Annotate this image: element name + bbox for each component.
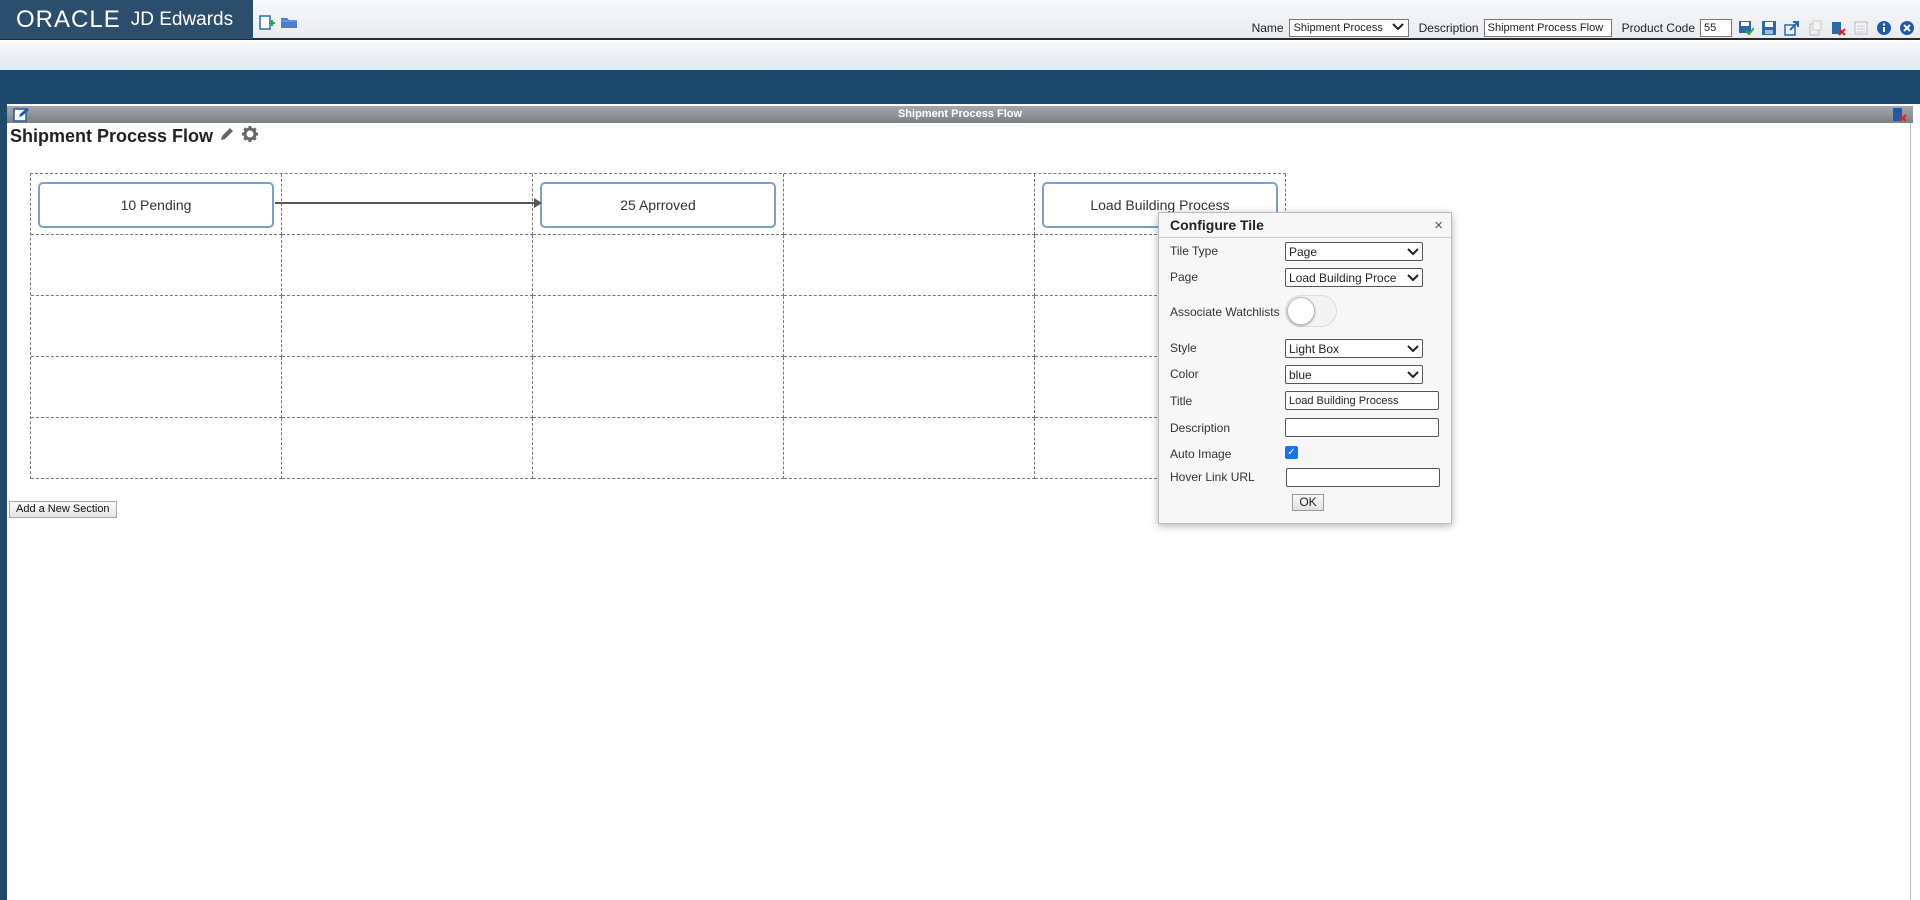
save-icon[interactable]: [1760, 19, 1778, 37]
product-code-label: Product Code: [1621, 21, 1695, 35]
ok-button[interactable]: OK: [1292, 494, 1324, 511]
product-code-input[interactable]: 55: [1700, 19, 1732, 37]
info-icon[interactable]: [1875, 19, 1893, 37]
sub-toolbar: [0, 42, 1920, 70]
description-label: Description: [1418, 21, 1479, 35]
chevron-down-icon: [1407, 342, 1419, 356]
header-form: Name Shipment Process Description Shipme…: [1247, 18, 1920, 38]
left-edge-strip: [0, 104, 7, 900]
grid-cell[interactable]: [31, 418, 282, 479]
top-bar: ORACLE JD Edwards Name Shipment Process …: [0, 0, 1920, 40]
dialog-divider: [1159, 237, 1451, 238]
style-select[interactable]: Light Box: [1285, 339, 1423, 358]
grid-cell[interactable]: [533, 357, 784, 418]
new-page-icon[interactable]: [258, 14, 276, 30]
tile-approved[interactable]: 25 Aprroved: [540, 182, 776, 228]
title-input[interactable]: Load Building Process: [1285, 391, 1439, 410]
chevron-down-icon: [1407, 271, 1419, 285]
tile-type-value: Page: [1289, 244, 1318, 259]
grid-cell[interactable]: [784, 235, 1035, 296]
tile-type-select[interactable]: Page: [1285, 242, 1423, 261]
list-disabled-icon[interactable]: [1852, 19, 1870, 37]
name-label: Name: [1251, 21, 1284, 35]
name-select-value: Shipment Process: [1293, 22, 1383, 34]
logo-oracle-text: ORACLE: [16, 5, 121, 33]
chevron-down-icon: [1407, 368, 1419, 382]
tile-pending[interactable]: 10 Pending: [38, 182, 274, 228]
color-label: Color: [1170, 367, 1199, 381]
description-input[interactable]: Shipment Process Flow: [1483, 19, 1612, 37]
description-label: Description: [1170, 421, 1231, 435]
dialog-title: Configure Tile: [1170, 217, 1264, 233]
panel-title-bar: Shipment Process Flow: [7, 106, 1913, 123]
gear-icon[interactable]: [241, 125, 259, 148]
auto-image-label: Auto Image: [1170, 447, 1232, 461]
page-title: Shipment Process Flow: [10, 125, 259, 148]
page-select-value: Load Building Proce: [1289, 270, 1397, 285]
color-select-value: blue: [1289, 367, 1312, 382]
dialog-close-icon[interactable]: ×: [1434, 217, 1443, 234]
style-select-value: Light Box: [1289, 341, 1340, 356]
navigation-bar: [0, 70, 1920, 104]
grid-cell[interactable]: [533, 235, 784, 296]
page-label: Page: [1170, 270, 1199, 284]
description-input[interactable]: [1285, 418, 1439, 437]
configure-tile-dialog: Configure Tile × Tile Type Page Page Loa…: [1158, 212, 1452, 524]
grid-cell[interactable]: 25 Aprroved: [533, 174, 784, 235]
grid-cell[interactable]: 10 Pending: [31, 174, 282, 235]
remove-panel-icon[interactable]: [1891, 107, 1907, 128]
grid-cell[interactable]: [282, 418, 533, 479]
grid-cell[interactable]: [784, 418, 1035, 479]
oracle-jde-logo[interactable]: ORACLE JD Edwards: [0, 0, 253, 39]
associate-watchlists-label: Associate Watchlists: [1170, 305, 1280, 319]
associate-watchlists-toggle[interactable]: [1285, 295, 1337, 327]
auto-image-checkbox[interactable]: ✓: [1285, 446, 1298, 459]
grid-cell[interactable]: [31, 357, 282, 418]
share-icon[interactable]: [1783, 19, 1801, 37]
copy-disabled-icon[interactable]: [1806, 19, 1824, 37]
save-check-icon[interactable]: [1737, 19, 1755, 37]
title-label: Title: [1170, 394, 1193, 408]
panel-window-title: Shipment Process Flow: [897, 108, 1023, 120]
delete-icon[interactable]: [1829, 19, 1847, 37]
add-new-section-button[interactable]: Add a New Section: [9, 501, 117, 518]
color-select[interactable]: blue: [1285, 365, 1423, 384]
tile-type-label: Tile Type: [1170, 244, 1219, 258]
flow-arrow: [275, 198, 542, 208]
grid-cell[interactable]: [282, 235, 533, 296]
grid-cell[interactable]: [533, 296, 784, 357]
toggle-knob: [1287, 297, 1315, 325]
grid-cell[interactable]: [282, 357, 533, 418]
panel-border: [1910, 123, 1911, 900]
grid-cell[interactable]: [784, 174, 1035, 235]
chevron-down-icon: [1407, 245, 1419, 259]
page-title-text: Shipment Process Flow: [10, 126, 214, 146]
close-icon[interactable]: [1898, 19, 1916, 37]
grid-cell[interactable]: [282, 296, 533, 357]
style-label: Style: [1170, 341, 1197, 355]
chevron-down-icon: [1391, 22, 1404, 34]
hover-link-url-input[interactable]: [1286, 468, 1440, 487]
name-select[interactable]: Shipment Process: [1288, 19, 1409, 37]
grid-cell[interactable]: [31, 296, 282, 357]
page-select[interactable]: Load Building Proce: [1285, 268, 1423, 287]
hover-link-url-label: Hover Link URL: [1170, 470, 1255, 484]
pencil-icon[interactable]: [219, 126, 235, 147]
logo-product-text: JD Edwards: [130, 8, 234, 30]
grid-cell[interactable]: [784, 357, 1035, 418]
flow-grid: 10 Pending 25 Aprroved Load Building Pro…: [30, 173, 1286, 479]
grid-cell[interactable]: [533, 418, 784, 479]
grid-cell[interactable]: [784, 296, 1035, 357]
grid-cell[interactable]: [31, 235, 282, 296]
open-folder-icon[interactable]: [280, 14, 298, 30]
